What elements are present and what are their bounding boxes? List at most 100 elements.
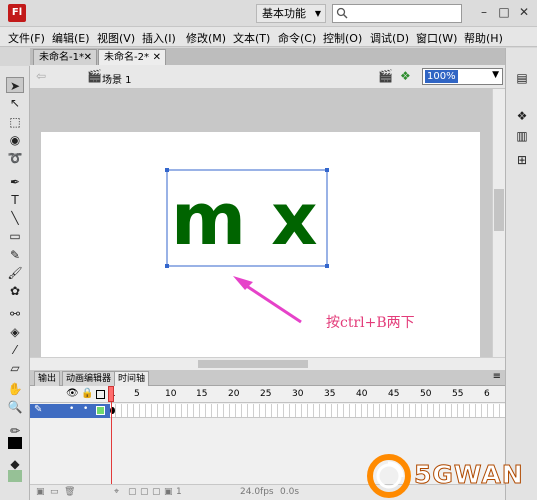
- fps-readout[interactable]: 24.0fps: [240, 487, 274, 497]
- edit-bar: ⇦ 🎬 场景 1 🎬 ❖ 100% ▼: [30, 65, 505, 89]
- frame-number: 15: [196, 389, 208, 399]
- color-panel-icon[interactable]: ❖: [513, 108, 531, 124]
- stroke-color-swatch[interactable]: [8, 437, 22, 449]
- library-panel-icon[interactable]: ▥: [513, 128, 531, 144]
- panel-menu-icon[interactable]: ≡: [493, 371, 501, 382]
- menu-insert[interactable]: 插入(I): [142, 30, 176, 46]
- subselection-tool-icon[interactable]: ↖: [6, 95, 24, 111]
- selection-tool-icon[interactable]: ➤: [6, 77, 24, 93]
- vertical-scrollbar[interactable]: [492, 89, 505, 357]
- lasso-tool-icon[interactable]: ➰: [6, 150, 24, 166]
- visibility-dot[interactable]: •: [69, 404, 74, 414]
- tab-output[interactable]: 输出: [34, 371, 61, 386]
- properties-panel-icon[interactable]: ▤: [513, 70, 531, 86]
- text-tool-icon[interactable]: T: [6, 192, 24, 208]
- back-arrow-icon[interactable]: ⇦: [36, 69, 46, 83]
- bottom-panel-tabs: 输出 动画编辑器 时间轴 ≡: [30, 370, 505, 386]
- scene-label[interactable]: 场景 1: [102, 71, 132, 86]
- menu-help[interactable]: 帮助(H): [464, 30, 503, 46]
- deco-tool-icon[interactable]: ✿: [6, 283, 24, 299]
- eraser-tool-icon[interactable]: ▱: [6, 360, 24, 376]
- transform-panel-icon[interactable]: ⊞: [513, 152, 531, 168]
- rectangle-tool-icon[interactable]: ▭: [6, 228, 24, 244]
- edit-multiple-frames-icon[interactable]: ▢: [152, 487, 161, 497]
- menu-edit[interactable]: 编辑(E): [52, 30, 90, 46]
- menu-view[interactable]: 视图(V): [97, 30, 135, 46]
- frame-number: 6: [484, 389, 490, 399]
- playhead-handle[interactable]: [108, 386, 114, 402]
- tab-document-2[interactable]: 未命名-2* ✕: [98, 49, 166, 65]
- annotation-text: 按ctrl+B两下: [326, 315, 415, 331]
- fill-color-swatch[interactable]: [8, 470, 22, 482]
- pencil-tool-icon[interactable]: ✎: [6, 247, 24, 263]
- search-input[interactable]: [332, 4, 462, 23]
- menu-text[interactable]: 文本(T): [233, 30, 270, 46]
- eyedropper-tool-icon[interactable]: ⁄: [6, 342, 24, 358]
- maximize-button[interactable]: □: [496, 4, 512, 20]
- current-frame: 1: [176, 487, 182, 497]
- layer-row[interactable]: ✎ • •: [30, 404, 110, 418]
- menu-modify[interactable]: 修改(M): [186, 30, 226, 46]
- onion-outline-icon[interactable]: ▢: [140, 487, 149, 497]
- minimize-button[interactable]: –: [476, 4, 492, 20]
- paint-bucket-tool-icon[interactable]: ◈: [6, 324, 24, 340]
- onion-markers-icon[interactable]: ▣: [164, 487, 173, 497]
- edit-symbols-icon[interactable]: ❖: [400, 69, 411, 83]
- stage-area[interactable]: m x: [30, 89, 492, 357]
- lock-dot[interactable]: •: [83, 404, 88, 414]
- frame-number: 30: [292, 389, 304, 399]
- new-layer-icon[interactable]: ▣: [36, 487, 45, 497]
- delete-layer-icon[interactable]: 🗑: [64, 487, 75, 497]
- scroll-thumb[interactable]: [198, 360, 308, 368]
- close-icon[interactable]: ✕: [84, 50, 92, 65]
- selection-handle[interactable]: [325, 168, 329, 172]
- eye-icon[interactable]: 👁: [66, 388, 79, 400]
- menu-debug[interactable]: 调试(D): [370, 30, 409, 46]
- free-transform-tool-icon[interactable]: ⬚: [6, 114, 24, 130]
- watermark-logo-icon: [367, 454, 411, 498]
- tools-panel: ➤ ↖ ⬚ ◉ ➰ ✒ T ╲ ▭ ✎ 🖌 ✿ ⚯ ◈ ⁄ ▱ ✋ 🔍 ✏ ◆: [0, 66, 30, 500]
- hand-tool-icon[interactable]: ✋: [6, 381, 24, 397]
- line-tool-icon[interactable]: ╲: [6, 210, 24, 226]
- horizontal-scrollbar[interactable]: [30, 357, 505, 370]
- lock-icon[interactable]: 🔒: [81, 388, 93, 400]
- frame-number: 10: [165, 389, 177, 399]
- selection-handle[interactable]: [325, 264, 329, 268]
- zoom-tool-icon[interactable]: 🔍: [6, 399, 24, 415]
- workspace-switcher[interactable]: 基本功能 ▼: [256, 4, 326, 23]
- selection-handle[interactable]: [165, 264, 169, 268]
- menu-command[interactable]: 命令(C): [278, 30, 316, 46]
- menu-control[interactable]: 控制(O): [323, 30, 362, 46]
- playhead[interactable]: [108, 386, 114, 500]
- watermark: 5GWAN: [364, 452, 537, 500]
- tab-motion-editor[interactable]: 动画编辑器: [62, 371, 116, 386]
- tab-document-1[interactable]: 未命名-1* ✕: [33, 49, 97, 65]
- frames-row[interactable]: [110, 404, 505, 418]
- pencil-icon: ✎: [34, 404, 43, 415]
- 3d-rotation-tool-icon[interactable]: ◉: [6, 132, 24, 148]
- pen-tool-icon[interactable]: ✒: [6, 174, 24, 190]
- workspace-label: 基本功能: [262, 7, 306, 20]
- close-button[interactable]: ✕: [516, 4, 532, 20]
- close-icon[interactable]: ✕: [153, 50, 161, 65]
- menu-file[interactable]: 文件(F): [8, 30, 45, 46]
- stage-text[interactable]: m x: [171, 177, 318, 261]
- onion-skin-icon[interactable]: ▢: [128, 487, 137, 497]
- frame-number: 25: [260, 389, 272, 399]
- menu-window[interactable]: 窗口(W): [416, 30, 457, 46]
- time-readout: 0.0s: [280, 487, 300, 497]
- right-panel: ▤ ❖ ▥ ⊞: [505, 48, 537, 500]
- outline-color-swatch[interactable]: [96, 406, 105, 415]
- bone-tool-icon[interactable]: ⚯: [6, 306, 24, 322]
- brush-tool-icon[interactable]: 🖌: [6, 265, 24, 281]
- zoom-select[interactable]: 100% ▼: [422, 68, 503, 85]
- tab-timeline[interactable]: 时间轴: [114, 371, 150, 386]
- edit-scene-icon[interactable]: 🎬: [378, 69, 393, 83]
- scroll-thumb[interactable]: [494, 189, 504, 231]
- frame-number: 45: [388, 389, 400, 399]
- selection-handle[interactable]: [165, 168, 169, 172]
- new-folder-icon[interactable]: ▭: [50, 487, 59, 497]
- center-frame-icon[interactable]: ⌖: [114, 487, 119, 497]
- tab-label: 未命名-2*: [104, 52, 149, 63]
- outline-icon[interactable]: [96, 390, 105, 399]
